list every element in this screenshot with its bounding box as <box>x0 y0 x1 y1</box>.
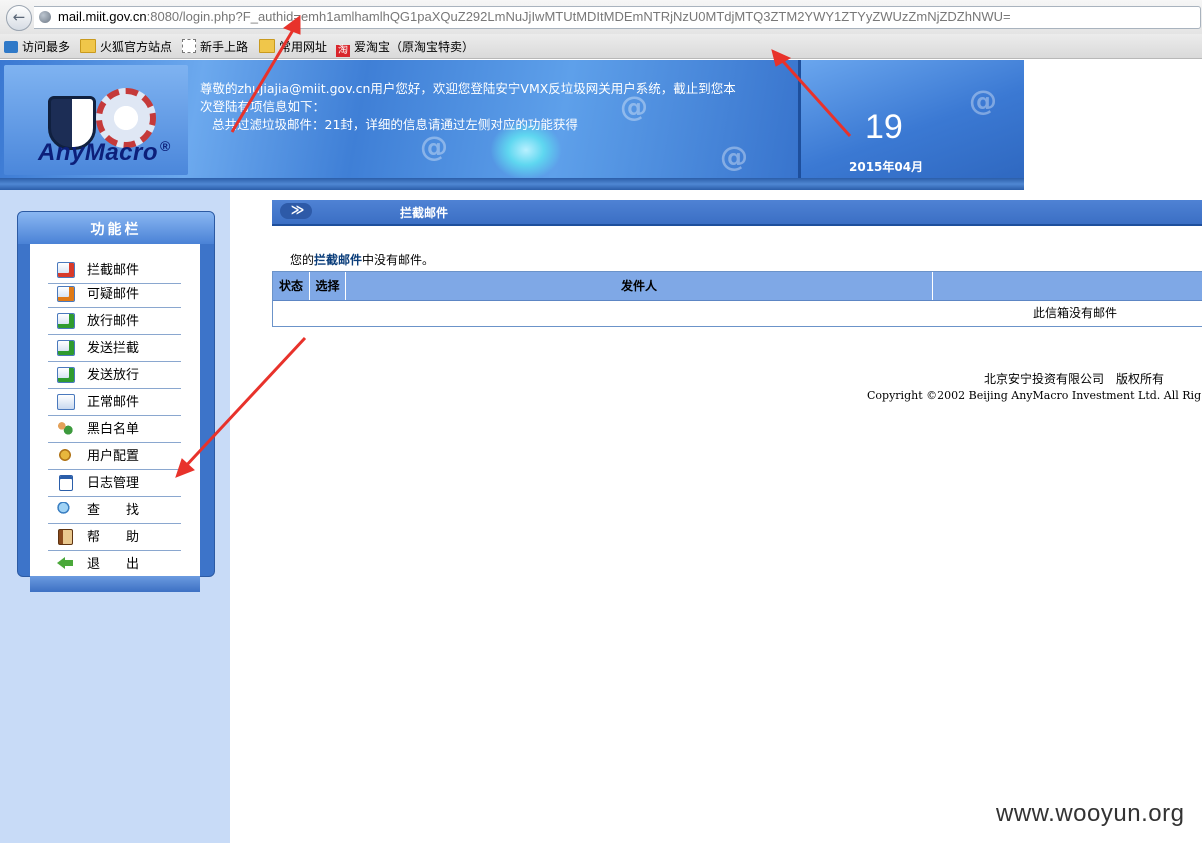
back-arrow-icon[interactable]: ← <box>6 5 32 31</box>
suspicious-mail-icon <box>57 286 75 302</box>
people-icon <box>57 421 73 435</box>
table-header-row: 状态 选择 发件人 <box>273 272 1202 301</box>
column-header-status[interactable]: 状态 <box>273 272 310 300</box>
column-header-sender[interactable]: 发件人 <box>346 272 933 300</box>
date-day: 19 <box>865 108 903 146</box>
column-header-extra <box>933 272 1202 300</box>
menu-item-black-white-list[interactable]: 黑白名单 <box>48 416 181 443</box>
browser-toolbar: ← mail.miit.gov.cn:8080/login.php?F_auth… <box>0 0 1202 34</box>
released-mail-icon <box>57 313 75 329</box>
mail-icon <box>57 394 75 410</box>
blocked-mail-icon <box>57 262 75 278</box>
bookmark-common-sites[interactable]: 常用网址 <box>259 38 327 56</box>
at-decoration-icon: @ <box>720 140 748 173</box>
menu-item-user-config[interactable]: 用户配置 <box>48 443 181 470</box>
welcome-message: 尊敬的zhujiajia@miit.gov.cn用户您好，欢迎您登陆安宁VMX反… <box>200 81 736 132</box>
menu-item-log-management[interactable]: 日志管理 <box>48 470 181 497</box>
at-decoration-icon: @ <box>420 130 448 163</box>
column-header-select[interactable]: 选择 <box>310 272 346 300</box>
menu-title: 功能栏 <box>18 212 214 244</box>
menu-item-released-mail[interactable]: 放行邮件 <box>48 308 181 335</box>
menu-item-help[interactable]: 帮 助 <box>48 524 181 551</box>
taobao-icon: 淘 <box>336 45 350 57</box>
bookmarks-toolbar: 访问最多 火狐官方站点 新手上路 常用网址 淘爱淘宝（原淘宝特卖） <box>0 34 1202 59</box>
log-icon <box>59 475 73 491</box>
bookmark-aitaobao[interactable]: 淘爱淘宝（原淘宝特卖） <box>336 38 474 57</box>
url-text[interactable]: mail.miit.gov.cn:8080/login.php?F_authid… <box>58 9 1011 24</box>
section-title: 拦截邮件 <box>400 206 449 220</box>
bookmark-getting-started[interactable]: 新手上路 <box>182 38 248 56</box>
header-banner: AnyMacro ® @ @ @ 尊敬的zhujiajia@miit.gov.cn… <box>0 60 1024 190</box>
help-book-icon <box>58 529 73 545</box>
menu-item-send-blocked[interactable]: 发送拦截 <box>48 335 181 362</box>
gear-icon <box>57 448 73 462</box>
globe-icon <box>39 11 51 23</box>
page-icon <box>182 39 196 53</box>
empty-mailbox-text: 此信箱没有邮件 <box>1033 306 1118 320</box>
banner-bottom-strip <box>0 178 1024 190</box>
at-decoration-icon: @ <box>969 84 997 117</box>
menu-bottom-bar <box>30 576 200 592</box>
table-row: 此信箱没有邮件 <box>273 301 1202 326</box>
menu-item-suspicious-mail[interactable]: 可疑邮件 <box>48 281 181 308</box>
section-header: ≫ 拦截邮件 <box>272 198 1202 226</box>
menu-item-send-released[interactable]: 发送放行 <box>48 362 181 389</box>
mail-table: 状态 选择 发件人 此信箱没有邮件 <box>272 271 1202 327</box>
search-icon <box>57 502 73 516</box>
double-chevron-icon: ≫ <box>280 203 312 219</box>
send-released-icon <box>57 367 75 383</box>
date-panel: @ 19 2015年04月 <box>798 60 1024 178</box>
blocked-mail-link[interactable]: 拦截邮件 <box>314 253 362 267</box>
folder-icon <box>80 39 96 53</box>
send-blocked-icon <box>57 340 75 356</box>
watermark: www.wooyun.org <box>996 800 1185 827</box>
search-bookmark-icon <box>4 41 18 53</box>
menu-item-logout[interactable]: 退 出 <box>48 551 181 577</box>
menu-item-search[interactable]: 查 找 <box>48 497 181 524</box>
footer-company: 北京安宁投资有限公司 版权所有 <box>984 372 1165 386</box>
footer-copyright: Copyright ©2002 Beijing AnyMacro Investm… <box>867 389 1202 402</box>
menu-item-normal-mail[interactable]: 正常邮件 <box>48 389 181 416</box>
address-bar[interactable]: mail.miit.gov.cn:8080/login.php?F_authid… <box>34 6 1201 29</box>
folder-icon <box>259 39 275 53</box>
no-mail-notice: 您的拦截邮件中没有邮件。 <box>290 253 435 267</box>
bookmark-most-visited[interactable]: 访问最多 <box>4 38 70 56</box>
bookmark-firefox-site[interactable]: 火狐官方站点 <box>80 38 172 56</box>
menu-item-blocked-mail[interactable]: 拦截邮件 <box>48 257 181 284</box>
date-year-month: 2015年04月 <box>849 160 924 174</box>
exit-arrow-icon <box>57 556 73 570</box>
anymacro-logo: AnyMacro ® <box>38 138 171 166</box>
